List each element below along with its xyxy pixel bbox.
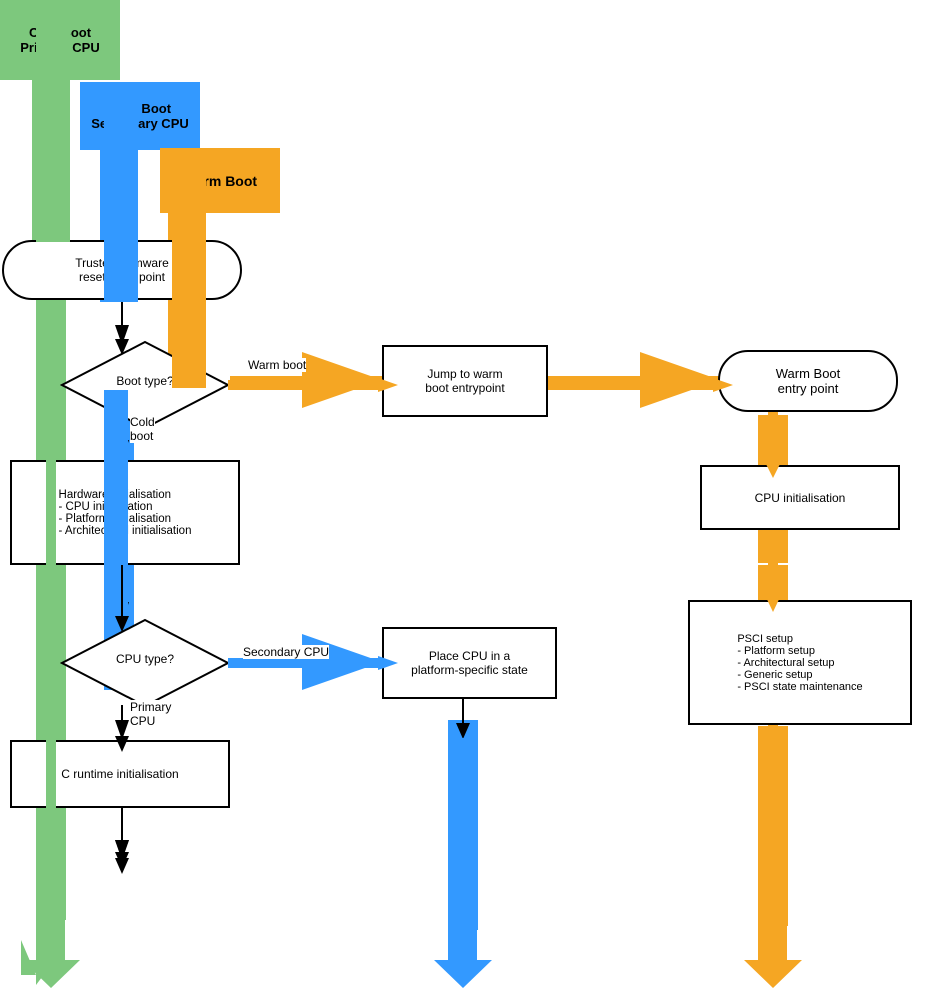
svg-text:Boot type?: Boot type? — [116, 374, 174, 388]
cold-boot-primary-label: Cold Boot Primary CPU — [0, 0, 120, 80]
hw-init-box: Hardware initialisation - CPU initialisa… — [10, 460, 240, 565]
cold-boot-secondary-label: Cold Boot Secondary CPU — [80, 82, 200, 150]
warm-boot-entry-oval: Warm Boot entry point — [718, 350, 898, 412]
svg-text:CPU type?: CPU type? — [116, 652, 174, 666]
cpu-init-box: CPU initialisation — [700, 465, 900, 530]
warm-boot-label: Warm Boot — [160, 148, 280, 213]
primary-cpu-label: Primary CPU — [130, 700, 171, 728]
warm-boot-flow-label: Warm boot — [248, 358, 306, 372]
psci-setup-box: PSCI setup - Platform setup - Architectu… — [688, 600, 912, 725]
flowchart-diagram: Cold Boot Primary CPU Cold Boot Secondar… — [0, 0, 926, 988]
c-runtime-box: C runtime initialisation — [10, 740, 230, 808]
jump-to-warm-box: Jump to warm boot entrypoint — [382, 345, 548, 417]
place-cpu-box: Place CPU in a platform-specific state — [382, 627, 557, 699]
tf-reset-oval: Trusted Firmware reset entry point — [2, 240, 242, 300]
cold-boot-flow-label: Cold boot — [130, 415, 155, 443]
cpu-type-diamond: CPU type? — [60, 618, 230, 711]
secondary-cpu-label: Secondary CPU — [243, 645, 329, 659]
